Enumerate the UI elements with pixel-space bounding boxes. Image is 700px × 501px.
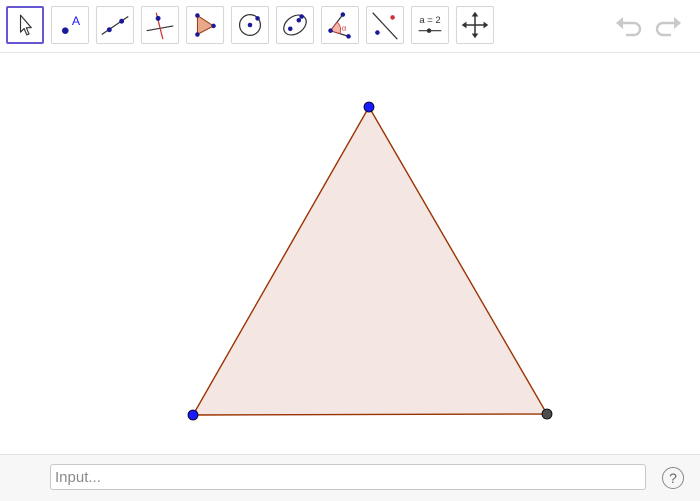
perpendicular-line-tool-button[interactable] bbox=[141, 6, 179, 44]
slider-icon: a = 2 bbox=[418, 15, 442, 33]
polygon-tool-button[interactable] bbox=[186, 6, 224, 44]
angle-tool-button[interactable]: α bbox=[321, 6, 359, 44]
undo-icon bbox=[616, 17, 642, 37]
arrow-pointer-icon bbox=[19, 14, 32, 36]
angle-tool-label: α bbox=[342, 24, 347, 33]
graphics-canvas[interactable] bbox=[0, 53, 700, 453]
ellipse-tool-button[interactable] bbox=[276, 6, 314, 44]
triangle-polygon[interactable] bbox=[191, 105, 549, 416]
perpendicular-line-icon bbox=[146, 12, 174, 40]
input-bar: ? bbox=[0, 454, 700, 501]
undo-button[interactable] bbox=[614, 12, 646, 40]
line-tool-button[interactable] bbox=[96, 6, 134, 44]
slider-tool-label: a = 2 bbox=[419, 15, 440, 26]
move-graphics-icon bbox=[461, 11, 489, 39]
help-button[interactable]: ? bbox=[662, 467, 684, 489]
move-graphics-view-tool-button[interactable] bbox=[456, 6, 494, 44]
polygon-icon bbox=[195, 13, 216, 37]
ellipse-icon bbox=[283, 14, 307, 36]
point-tool-button[interactable]: A bbox=[51, 6, 89, 44]
point-icon: A bbox=[61, 14, 81, 34]
point-tool-label: A bbox=[72, 14, 81, 28]
graphics-view[interactable] bbox=[0, 53, 700, 453]
redo-icon bbox=[655, 17, 681, 37]
circle-tool-button[interactable] bbox=[231, 6, 269, 44]
reflect-icon bbox=[372, 12, 398, 40]
redo-button[interactable] bbox=[651, 12, 683, 40]
point-b[interactable] bbox=[541, 408, 553, 420]
line-icon bbox=[101, 15, 129, 35]
reflect-tool-button[interactable] bbox=[366, 6, 404, 44]
circle-icon bbox=[238, 13, 262, 37]
move-tool-button[interactable] bbox=[6, 6, 44, 44]
algebra-input-field[interactable] bbox=[50, 464, 646, 490]
point-a[interactable] bbox=[187, 409, 199, 421]
toolbar: A α a = 2 bbox=[0, 0, 700, 53]
slider-tool-button[interactable]: a = 2 bbox=[411, 6, 449, 44]
point-c[interactable] bbox=[363, 101, 375, 113]
angle-icon: α bbox=[328, 12, 351, 39]
